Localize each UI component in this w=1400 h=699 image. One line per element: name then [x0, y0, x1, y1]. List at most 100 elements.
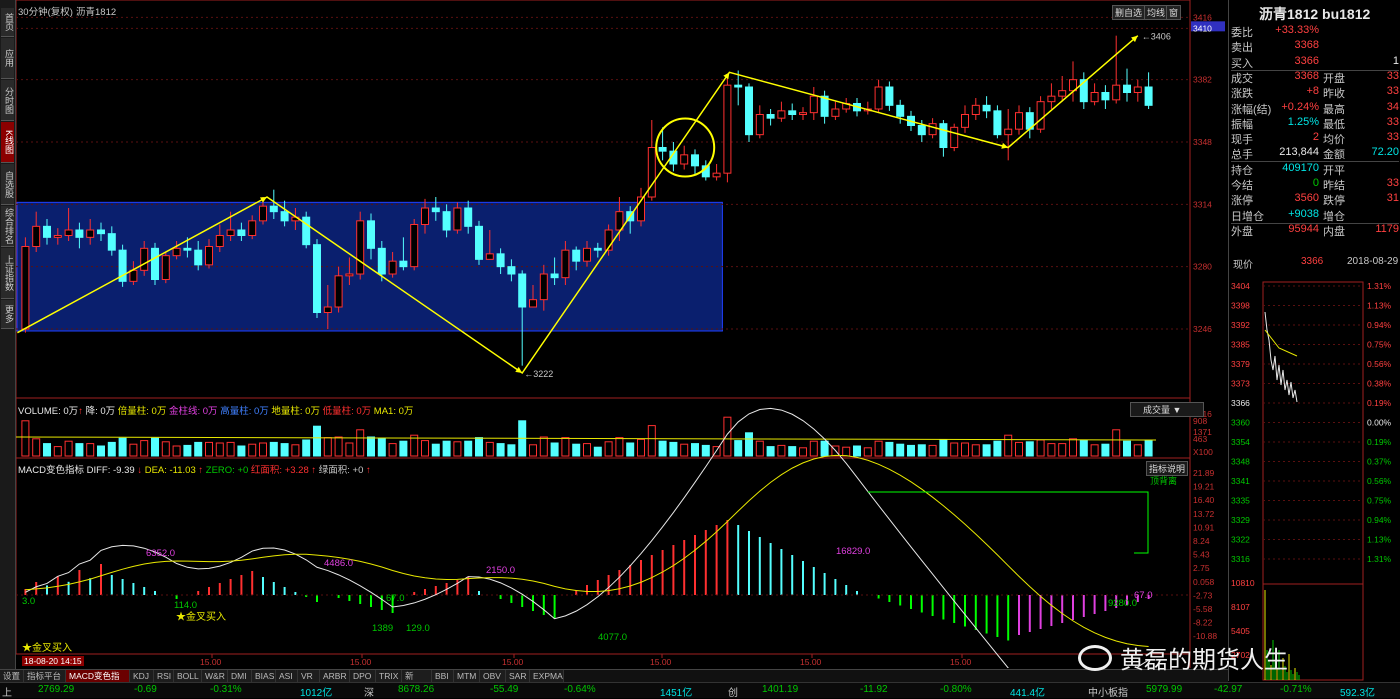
volume-bar: [21, 420, 30, 457]
tab-17[interactable]: MTM: [454, 670, 480, 682]
macd-label: 67.0: [1134, 590, 1153, 601]
candle: [269, 205, 278, 213]
time-axis-label: 15.00: [950, 657, 972, 667]
quote-value: 95944: [1288, 222, 1319, 235]
quote-row: 持仓 409170 开平: [1231, 162, 1399, 177]
tab-14[interactable]: TRIX: [376, 670, 402, 682]
candle: [539, 273, 548, 301]
quote-label-2: 昨收: [1323, 88, 1345, 101]
volume-bar: [269, 441, 278, 457]
watermark: 黄磊的期货人生: [1078, 640, 1288, 675]
tab-12[interactable]: ARBR: [320, 670, 350, 682]
candle: [53, 235, 62, 238]
tab-6[interactable]: BOLL: [174, 670, 202, 682]
tab-13[interactable]: DPO: [350, 670, 376, 682]
macd-label: 129.0: [406, 623, 430, 634]
status-item: -11.92: [860, 684, 888, 695]
quote-label-2: 金额: [1323, 149, 1345, 162]
macd-axis-label: 19.21: [1193, 482, 1215, 492]
intraday-pct-label: 0.75%: [1367, 496, 1392, 506]
quote-label-2: 开盘: [1323, 72, 1345, 85]
candle: [766, 114, 775, 119]
volume-bar: [475, 437, 483, 457]
cursor-date: 18-08-20 14:15: [22, 656, 84, 666]
candle: [917, 125, 926, 136]
candle: [723, 84, 732, 174]
candle: [971, 104, 980, 116]
volume-bar: [939, 439, 948, 457]
divergence-label: 顶背离: [1150, 476, 1178, 486]
volume-ma-line: [16, 436, 1157, 441]
nav-item-7[interactable]: 上证指数: [1, 248, 14, 299]
volume-bar: [302, 439, 311, 457]
price-axis-label: 3410: [1193, 23, 1212, 33]
candle: [377, 247, 386, 275]
nav-item-3[interactable]: 分时图: [1, 80, 14, 121]
quote-value: 2: [1312, 131, 1319, 144]
volume-bar: [615, 437, 624, 457]
quote-value-2: 72.20: [1371, 146, 1399, 159]
main-chart: 34163410 3382 3348 3314 3280 3246 ←3406 ←3222 18…: [16, 0, 1225, 668]
candle: [410, 224, 419, 268]
candle: [129, 269, 138, 282]
nav-item-4[interactable]: K线图: [1, 122, 14, 163]
candle: [194, 249, 203, 266]
tab-8[interactable]: DMI: [228, 670, 252, 682]
tab-15[interactable]: 新DMA: [402, 670, 432, 693]
volume-bar: [842, 446, 851, 457]
quote-value-2: 31: [1386, 192, 1399, 205]
quote-row: 振幅 1.25% 最低 33: [1231, 116, 1399, 131]
nav-item-5[interactable]: 自选股: [1, 164, 14, 205]
quote-label-2: 内盘: [1323, 225, 1345, 238]
nav-item-2[interactable]: 应用: [1, 38, 14, 79]
tab-11[interactable]: VR: [298, 670, 320, 682]
window-button[interactable]: 窗: [1166, 5, 1182, 20]
tab-9[interactable]: BIAS: [252, 670, 276, 682]
candle: [593, 247, 602, 251]
volume-bar: [453, 441, 462, 457]
candle: [788, 110, 797, 116]
candle: [259, 205, 267, 222]
golden-cross-label: ★金叉买入: [22, 641, 72, 654]
tab-20[interactable]: EXPMA: [530, 670, 564, 682]
candle: [21, 246, 30, 330]
high-annotation: ←3406: [1142, 32, 1171, 42]
tab-16[interactable]: BBI: [432, 670, 454, 682]
volume-dropdown[interactable]: 成交量 ▼: [1130, 402, 1204, 417]
volume-bar: [161, 441, 170, 457]
tab-18[interactable]: OBV: [480, 670, 506, 682]
nav-item-1[interactable]: 首页: [1, 8, 14, 37]
nav-item-6[interactable]: 综合排名: [1, 206, 14, 247]
price-axis-label: 3314: [1193, 199, 1212, 209]
intraday-pct-label: 1.13%: [1367, 535, 1392, 545]
chevron-down-icon: ▼: [1172, 405, 1182, 415]
candle: [280, 211, 289, 222]
macd-diff: DIFF: -9.39: [86, 465, 135, 476]
tab-19[interactable]: SAR: [506, 670, 530, 682]
tab-2[interactable]: 指标平台: [24, 670, 66, 682]
tab-5[interactable]: RSI: [154, 670, 174, 682]
volume-bar: [745, 432, 753, 457]
candle: [1058, 90, 1067, 97]
restore-button[interactable]: 删自选: [1112, 5, 1146, 20]
intraday-price-label: 3329: [1231, 515, 1250, 525]
candle: [496, 253, 505, 268]
quote-label: 涨跌: [1231, 88, 1253, 101]
time-axis-label: 15.00: [350, 657, 372, 667]
volume-bar: [917, 444, 926, 457]
candle: [691, 154, 699, 167]
volume-bar: [723, 416, 732, 457]
low-annotation: ←3222: [524, 369, 553, 379]
tab-10[interactable]: ASI: [276, 670, 298, 682]
tab-4[interactable]: KDJ: [130, 670, 154, 682]
tab-7[interactable]: W&R: [202, 670, 228, 682]
tab-1[interactable]: 设置: [0, 670, 24, 682]
nav-item-8[interactable]: 更多: [1, 300, 14, 329]
tab-3[interactable]: MACD变色指标: [66, 670, 130, 693]
volume-bar: [550, 442, 559, 457]
volume-bar: [799, 447, 807, 457]
intraday-pane: [1262, 281, 1364, 585]
mode-button[interactable]: 均线: [1144, 5, 1169, 20]
candle: [809, 95, 818, 114]
time-axis-label: 15.00: [502, 657, 524, 667]
